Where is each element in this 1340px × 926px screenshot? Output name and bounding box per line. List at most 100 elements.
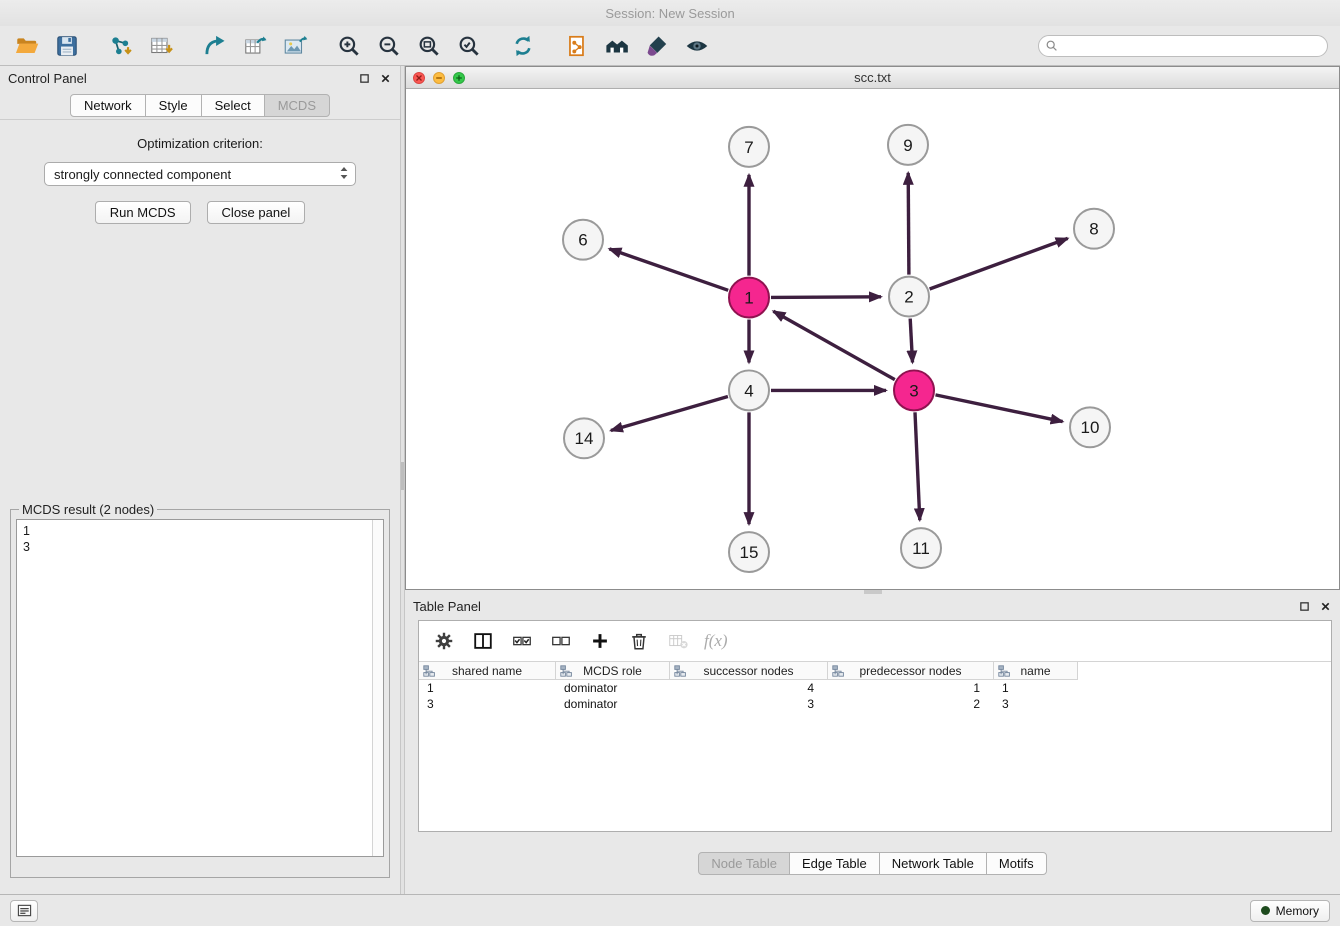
network-window-titlebar: scc.txt (406, 67, 1339, 89)
tab-network[interactable]: Network (70, 94, 146, 117)
table-panel-float-button[interactable] (1297, 599, 1311, 613)
graph-edge[interactable] (915, 412, 920, 520)
table-row[interactable]: 1 dominator 4 1 1 (419, 680, 1331, 696)
show-column-button[interactable] (470, 628, 496, 654)
svg-text:10: 10 (1081, 418, 1100, 437)
network-from-table-button[interactable] (240, 31, 270, 61)
import-table-button[interactable] (146, 31, 176, 61)
cell-predecessor-nodes[interactable]: 1 (828, 680, 994, 696)
cell-shared-name[interactable]: 3 (419, 696, 556, 712)
zoom-in-button[interactable] (334, 31, 364, 61)
graph-edge[interactable] (936, 395, 1063, 422)
delete-table-button[interactable] (665, 628, 691, 654)
graph-node[interactable]: 14 (564, 418, 604, 458)
delete-column-button[interactable] (626, 628, 652, 654)
zoom-glyph-icon (455, 74, 463, 82)
cell-predecessor-nodes[interactable]: 2 (828, 696, 994, 712)
graph-node[interactable]: 3 (894, 370, 934, 410)
graph-node[interactable]: 10 (1070, 407, 1110, 447)
table-row[interactable]: 3 dominator 3 2 3 (419, 696, 1331, 712)
graph-node[interactable]: 7 (729, 127, 769, 167)
criterion-selected-value: strongly connected component (54, 167, 231, 182)
graph-node[interactable]: 15 (729, 532, 769, 572)
refresh-button[interactable] (508, 31, 538, 61)
graph-node[interactable]: 11 (901, 528, 941, 568)
cell-successor-nodes[interactable]: 3 (670, 696, 828, 712)
window-zoom-button[interactable] (453, 72, 465, 84)
column-header-predecessor-nodes[interactable]: predecessor nodes (828, 662, 994, 680)
cell-successor-nodes[interactable]: 4 (670, 680, 828, 696)
panel-divider[interactable] (400, 66, 405, 894)
zoom-out-button[interactable] (374, 31, 404, 61)
graph-edge[interactable] (771, 297, 881, 298)
save-session-button[interactable] (52, 31, 82, 61)
result-scrollbar[interactable] (372, 520, 383, 856)
show-hide-button[interactable] (682, 31, 712, 61)
window-minimize-button[interactable] (433, 72, 445, 84)
unchecked-boxes-icon (550, 630, 572, 652)
import-network-button[interactable] (106, 31, 136, 61)
function-builder-button[interactable]: f(x) (704, 628, 728, 654)
column-header-shared-name[interactable]: shared name (419, 662, 556, 680)
graph-node[interactable]: 8 (1074, 209, 1114, 249)
horizontal-divider[interactable] (405, 590, 1340, 594)
tab-node-table[interactable]: Node Table (698, 852, 790, 875)
tab-motifs[interactable]: Motifs (986, 852, 1047, 875)
control-panel-float-button[interactable] (357, 71, 371, 85)
zoom-selected-icon (456, 33, 482, 59)
graph-edge[interactable] (908, 173, 909, 275)
home-button[interactable] (602, 31, 632, 61)
control-panel-close-button[interactable] (378, 71, 392, 85)
graph-edge[interactable] (773, 311, 894, 379)
attribute-tree-icon (674, 665, 686, 677)
graph-node[interactable]: 2 (889, 277, 929, 317)
search-input[interactable] (1038, 35, 1328, 57)
graph-node[interactable]: 6 (563, 220, 603, 260)
cell-shared-name[interactable]: 1 (419, 680, 556, 696)
horizontal-divider-grip[interactable] (864, 590, 882, 594)
apply-style-button[interactable] (642, 31, 672, 61)
memory-button[interactable]: Memory (1250, 900, 1330, 922)
zoom-selected-button[interactable] (454, 31, 484, 61)
deselect-all-button[interactable] (548, 628, 574, 654)
column-header-name[interactable]: name (994, 662, 1078, 680)
graph-edge[interactable] (930, 238, 1068, 289)
tab-network-table[interactable]: Network Table (879, 852, 987, 875)
window-close-button[interactable] (413, 72, 425, 84)
select-all-button[interactable] (509, 628, 535, 654)
graph-edge[interactable] (609, 249, 728, 290)
open-folder-icon (14, 33, 40, 59)
graph-edge[interactable] (910, 319, 912, 363)
column-header-mcds-role[interactable]: MCDS role (556, 662, 670, 680)
graph-node[interactable]: 9 (888, 125, 928, 165)
export-image-button[interactable] (280, 31, 310, 61)
cell-mcds-role[interactable]: dominator (556, 680, 670, 696)
annotation-button[interactable] (562, 31, 592, 61)
svg-text:15: 15 (740, 543, 759, 562)
task-history-button[interactable] (10, 900, 38, 922)
new-network-button[interactable] (200, 31, 230, 61)
add-column-button[interactable] (587, 628, 613, 654)
graph-node[interactable]: 1 (729, 278, 769, 318)
tab-edge-table[interactable]: Edge Table (789, 852, 880, 875)
open-session-button[interactable] (12, 31, 42, 61)
network-canvas[interactable]: 7 9 6 8 1 2 4 3 14 10 15 11 (406, 89, 1339, 589)
run-mcds-button[interactable]: Run MCDS (95, 201, 191, 224)
tab-select[interactable]: Select (201, 94, 265, 117)
graph-edge[interactable] (611, 396, 728, 430)
column-header-successor-nodes[interactable]: successor nodes (670, 662, 828, 680)
divider-grip[interactable] (401, 462, 404, 490)
cell-name[interactable]: 3 (994, 696, 1078, 712)
graph-node[interactable]: 4 (729, 370, 769, 410)
criterion-select[interactable]: strongly connected component (44, 162, 356, 186)
table-panel-close-button[interactable] (1318, 599, 1332, 613)
mcds-result-value: 3 (17, 539, 383, 555)
tab-mcds[interactable]: MCDS (264, 94, 330, 117)
table-settings-button[interactable] (431, 628, 457, 654)
close-panel-button[interactable]: Close panel (207, 201, 306, 224)
tab-style[interactable]: Style (145, 94, 202, 117)
cell-name[interactable]: 1 (994, 680, 1078, 696)
plus-icon (589, 630, 611, 652)
cell-mcds-role[interactable]: dominator (556, 696, 670, 712)
zoom-fit-button[interactable] (414, 31, 444, 61)
